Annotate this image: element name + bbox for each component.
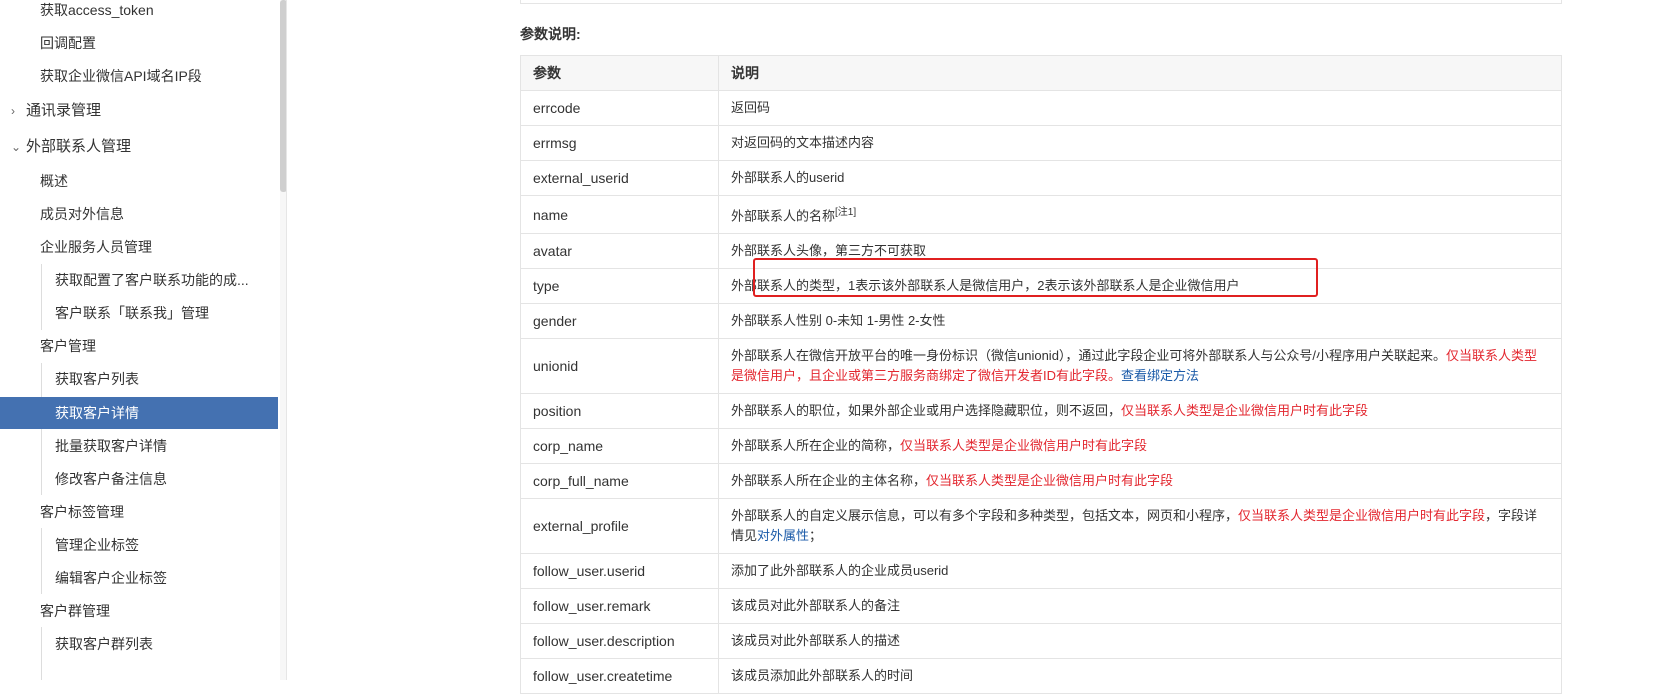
chevron-down-icon: ⌄: [11, 140, 22, 154]
sidebar-item-label: 通讯录管理: [26, 102, 102, 119]
sidebar-item-member-info[interactable]: 成员对外信息: [0, 198, 278, 230]
sidebar-item-edit-remark[interactable]: 修改客户备注信息: [0, 463, 278, 495]
param-desc: 该成员添加此外部联系人的时间: [718, 658, 1562, 694]
external-attr-link[interactable]: 对外属性: [757, 528, 809, 543]
param-name: name: [520, 194, 719, 235]
params-title: 参数说明:: [520, 26, 581, 42]
previous-code-block: [520, 0, 1562, 4]
table-row: follow_user.userid 添加了此外部联系人的企业成员userid: [520, 553, 1562, 590]
param-desc: 对返回码的文本描述内容: [718, 125, 1562, 161]
sidebar-item-label: 外部联系人管理: [26, 138, 132, 155]
sidebar-nav: 获取access_token 回调配置 获取企业微信API域名IP段 › 通讯录…: [0, 0, 278, 680]
desc-note-red: 仅当联系人类型是企业微信用户时有此字段: [926, 473, 1174, 489]
table-row: name 外部联系人的名称[注1]: [520, 194, 1562, 235]
desc-text: 外部联系人的自定义展示信息，可以有多个字段和多种类型，包括文本，网页和小程序，: [731, 508, 1239, 524]
footnote-ref[interactable]: [注1]: [835, 207, 856, 218]
desc-text: 外部联系人所在企业的简称，: [731, 438, 901, 454]
table-row: corp_name 外部联系人所在企业的简称，仅当联系人类型是企业微信用户时有此…: [520, 428, 1562, 465]
sidebar-item-customer-list[interactable]: 获取客户列表: [0, 363, 278, 395]
bind-method-link[interactable]: 查看绑定方法: [1121, 368, 1199, 383]
param-name: follow_user.createtime: [520, 658, 719, 694]
param-name: follow_user.userid: [520, 553, 719, 590]
param-desc: 添加了此外部联系人的企业成员userid: [718, 553, 1562, 590]
table-row: corp_full_name 外部联系人所在企业的主体名称，仅当联系人类型是企业…: [520, 463, 1562, 500]
sidebar-item-callback-config[interactable]: 回调配置: [0, 27, 278, 59]
sidebar-item-customer-detail[interactable]: 获取客户详情: [0, 397, 278, 429]
param-name: position: [520, 393, 719, 430]
sidebar-item-get-access-token[interactable]: 获取access_token: [0, 0, 278, 26]
param-desc: 外部联系人性别 0-未知 1-男性 2-女性: [718, 303, 1562, 340]
table-row: type 外部联系人的类型，1表示该外部联系人是微信用户，2表示该外部联系人是企…: [520, 268, 1562, 305]
param-desc: 外部联系人的类型，1表示该外部联系人是微信用户，2表示该外部联系人是企业微信用户: [718, 268, 1562, 305]
desc-text: 外部联系人的名称: [731, 208, 836, 224]
chevron-right-icon: ›: [11, 104, 15, 118]
param-name: errcode: [520, 90, 719, 126]
table-row: external_userid 外部联系人的userid: [520, 160, 1562, 196]
param-name: follow_user.remark: [520, 588, 719, 625]
sidebar-item-service-staff[interactable]: 企业服务人员管理: [0, 231, 278, 263]
table-row: follow_user.description 该成员对此外部联系人的描述: [520, 623, 1562, 660]
param-desc: 外部联系人在微信开放平台的唯一身份标识（微信unionid），通过此字段企业可将…: [718, 338, 1562, 395]
param-desc: 外部联系人的自定义展示信息，可以有多个字段和多种类型，包括文本，网页和小程序，仅…: [718, 498, 1562, 555]
sidebar-item-follow-user-list[interactable]: 获取配置了客户联系功能的成...: [0, 264, 278, 296]
sidebar-item-api-ip[interactable]: 获取企业微信API域名IP段: [0, 60, 278, 92]
sidebar-item-tag-mgmt[interactable]: 客户标签管理: [0, 496, 278, 528]
param-name: external_userid: [520, 160, 719, 196]
sidebar-item-customer-mgmt[interactable]: 客户管理: [0, 330, 278, 362]
param-desc: 外部联系人的userid: [718, 160, 1562, 196]
desc-note-red: 仅当联系人类型是企业微信用户时有此字段: [900, 438, 1148, 454]
param-name: gender: [520, 303, 719, 340]
params-table: 参数 说明 errcode 返回码 errmsg 对返回码的文本描述内容 ext…: [520, 55, 1562, 694]
sidebar-item-overview[interactable]: 概述: [0, 165, 278, 197]
param-desc: 返回码: [718, 90, 1562, 126]
param-name: type: [520, 268, 719, 305]
desc-note-red: 仅当联系人类型是企业微信用户时有此字段: [1121, 403, 1369, 419]
sidebar-item-group-mgmt[interactable]: 客户群管理: [0, 595, 278, 627]
param-name: errmsg: [520, 125, 719, 161]
param-name: follow_user.description: [520, 623, 719, 660]
sidebar-divider: [286, 0, 287, 680]
sidebar-item-edit-tags[interactable]: 编辑客户企业标签: [0, 562, 278, 594]
desc-note-red: 仅当联系人类型是企业微信用户时有此字段: [1238, 508, 1486, 524]
header-param: 参数: [520, 55, 719, 91]
param-desc: 该成员对此外部联系人的描述: [718, 623, 1562, 660]
sidebar-item-contact-me[interactable]: 客户联系「联系我」管理: [0, 297, 278, 329]
sidebar-item-group-list[interactable]: 获取客户群列表: [0, 628, 278, 660]
desc-text: 外部联系人在微信开放平台的唯一身份标识（微信unionid），通过此字段企业可将…: [731, 348, 1447, 364]
param-name: avatar: [520, 233, 719, 270]
param-desc: 外部联系人所在企业的简称，仅当联系人类型是企业微信用户时有此字段: [718, 428, 1562, 465]
param-desc: 外部联系人的名称[注1]: [718, 194, 1562, 235]
param-desc: 该成员对此外部联系人的备注: [718, 588, 1562, 625]
param-name: unionid: [520, 338, 719, 395]
table-row: errcode 返回码: [520, 90, 1562, 126]
param-name: corp_full_name: [520, 463, 719, 500]
table-row: follow_user.remark 该成员对此外部联系人的备注: [520, 588, 1562, 625]
table-row: avatar 外部联系人头像，第三方不可获取: [520, 233, 1562, 270]
header-description: 说明: [718, 55, 1562, 91]
sidebar-item-batch-detail[interactable]: 批量获取客户详情: [0, 430, 278, 462]
table-header-row: 参数 说明: [520, 55, 1562, 91]
table-row: errmsg 对返回码的文本描述内容: [520, 125, 1562, 161]
param-desc: 外部联系人的职位，如果外部企业或用户选择隐藏职位，则不返回，仅当联系人类型是企业…: [718, 393, 1562, 430]
table-row: follow_user.createtime 该成员添加此外部联系人的时间: [520, 658, 1562, 694]
sidebar-item-contacts[interactable]: › 通讯录管理: [0, 95, 278, 127]
sidebar-item-corp-tags[interactable]: 管理企业标签: [0, 529, 278, 561]
table-row: position 外部联系人的职位，如果外部企业或用户选择隐藏职位，则不返回，仅…: [520, 393, 1562, 430]
param-desc: 外部联系人头像，第三方不可获取: [718, 233, 1562, 270]
desc-text: ；: [809, 528, 823, 544]
table-row: gender 外部联系人性别 0-未知 1-男性 2-女性: [520, 303, 1562, 340]
param-name: corp_name: [520, 428, 719, 465]
desc-text: 外部联系人所在企业的主体名称，: [731, 473, 927, 489]
table-row: external_profile 外部联系人的自定义展示信息，可以有多个字段和多…: [520, 498, 1562, 555]
param-desc: 外部联系人所在企业的主体名称，仅当联系人类型是企业微信用户时有此字段: [718, 463, 1562, 500]
sidebar-item-external-contacts[interactable]: ⌄ 外部联系人管理: [0, 131, 278, 163]
desc-text: 外部联系人的职位，如果外部企业或用户选择隐藏职位，则不返回，: [731, 403, 1122, 419]
param-name: external_profile: [520, 498, 719, 555]
table-row: unionid 外部联系人在微信开放平台的唯一身份标识（微信unionid），通…: [520, 338, 1562, 395]
